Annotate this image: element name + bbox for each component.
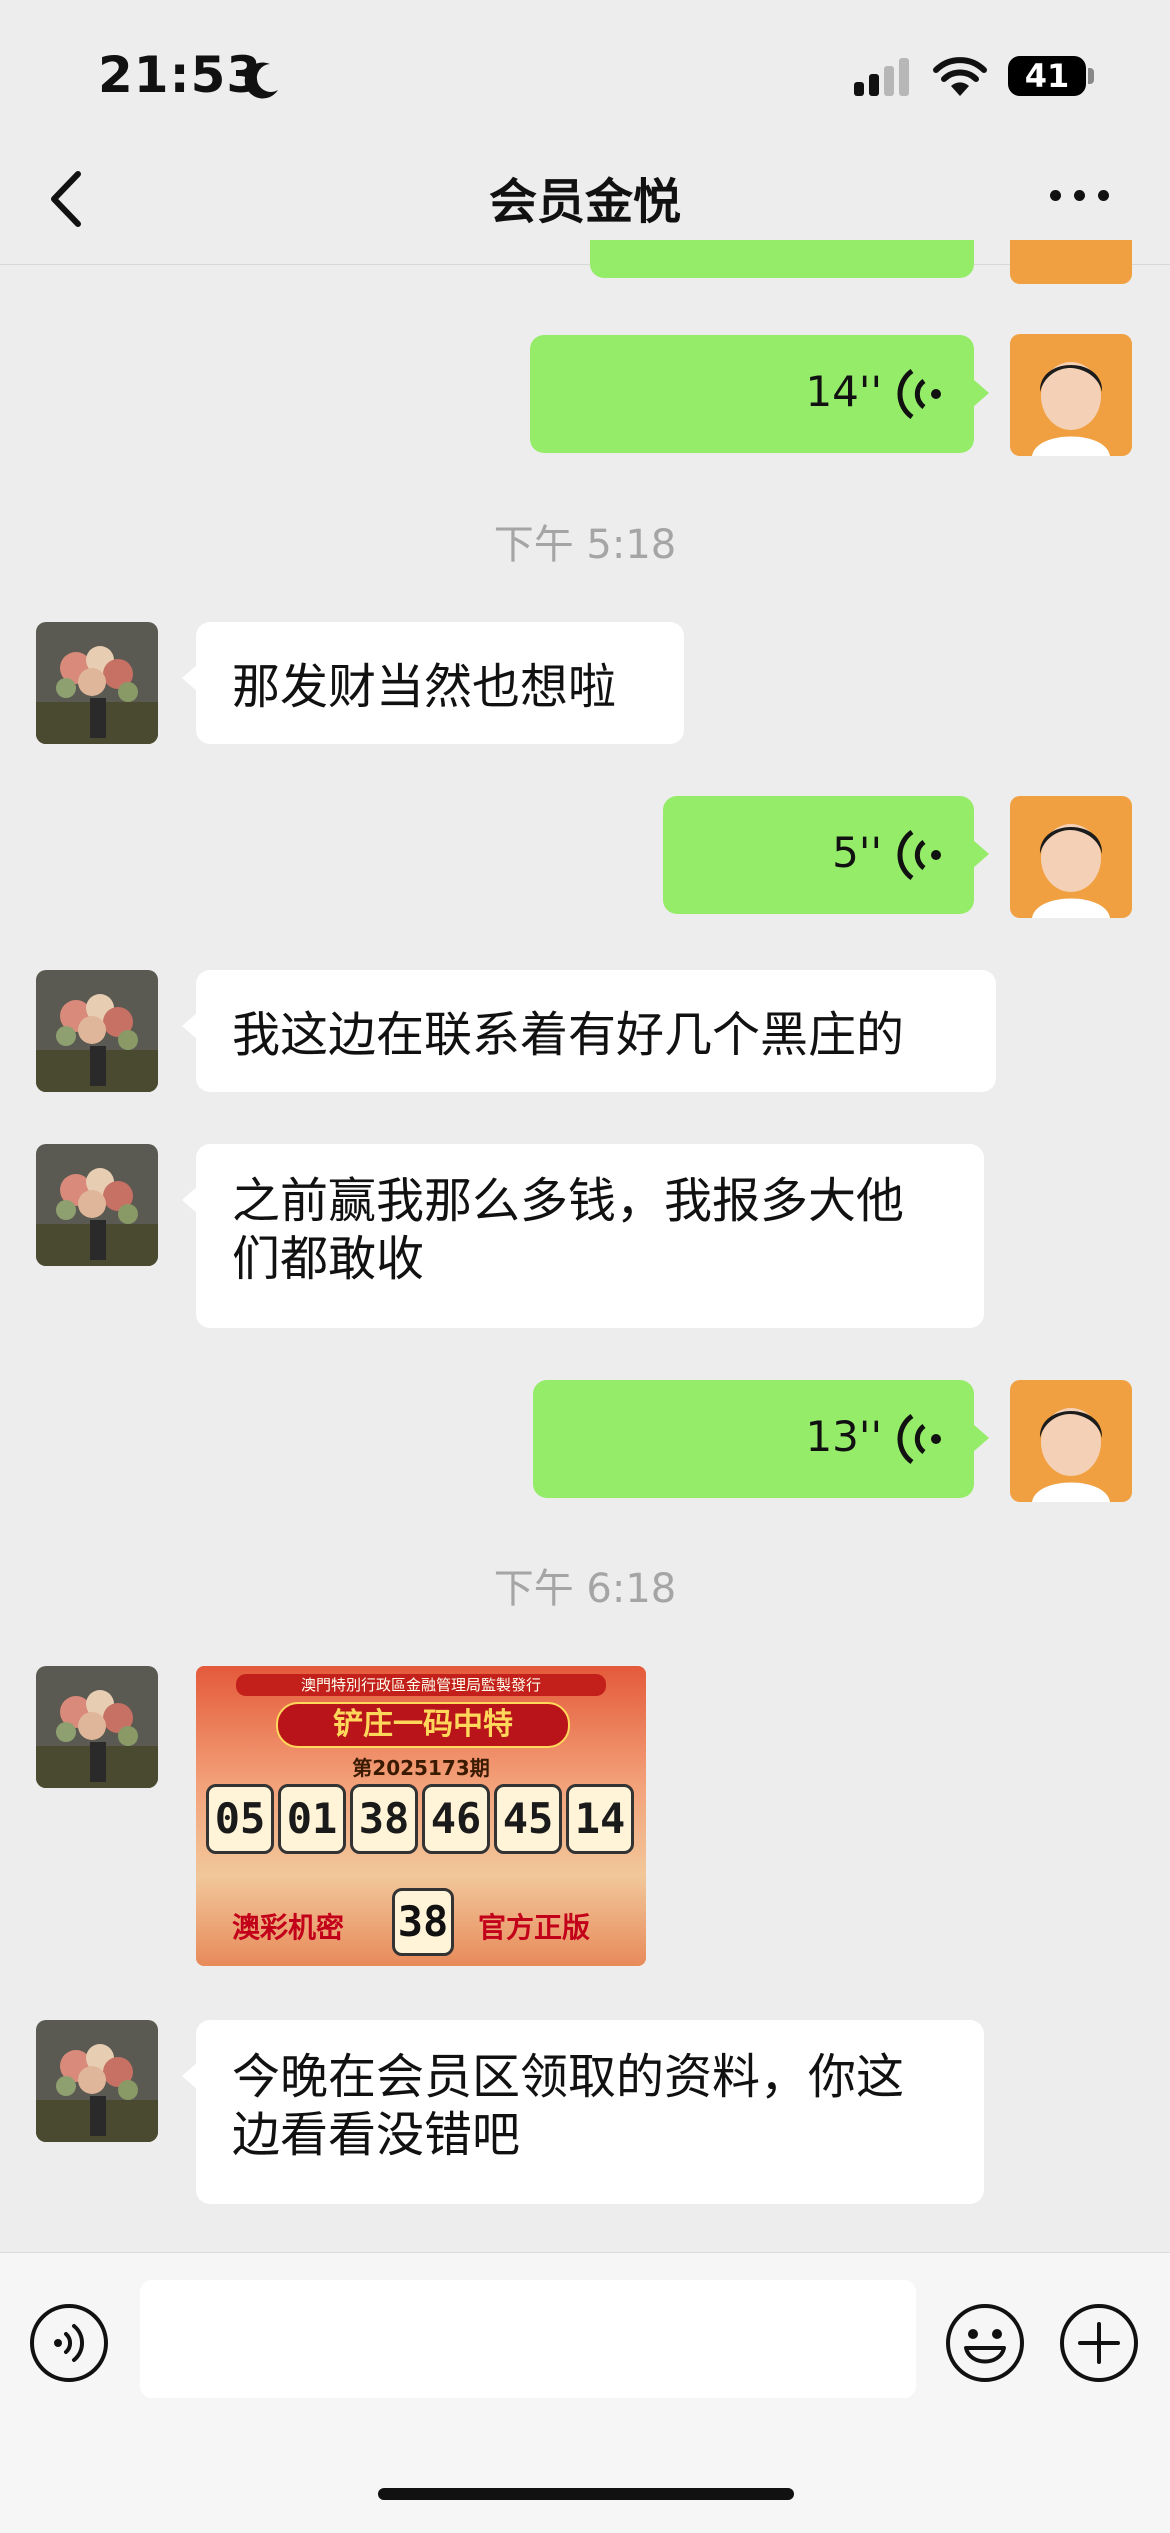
voice-duration: 5'' — [832, 828, 882, 877]
voice-message[interactable]: 5'' — [663, 796, 989, 914]
more-icon[interactable] — [1050, 190, 1110, 210]
lottery-number: 05 — [206, 1784, 274, 1854]
voice-message[interactable]: 14'' — [530, 335, 989, 453]
message-text: 我这边在联系着有好几个黑庄的 — [232, 1007, 905, 1063]
plus-icon[interactable] — [1058, 2302, 1140, 2384]
avatar[interactable] — [36, 622, 158, 744]
message-text: 今晚在会员区领取的资料，你这边看看没错吧 — [232, 2049, 905, 2163]
voice-wave-icon — [897, 1413, 941, 1465]
lottery-number: 46 — [422, 1784, 490, 1854]
lottery-right-label: 官方正版 — [478, 1911, 591, 1944]
signal-icon — [854, 58, 909, 96]
timestamp: 下午 6:18 — [493, 1566, 677, 1612]
lottery-number: 01 — [278, 1784, 346, 1854]
text-message[interactable]: 今晚在会员区领取的资料，你这边看看没错吧 — [182, 2020, 984, 2204]
timestamp: 下午 5:18 — [493, 522, 677, 568]
lottery-number: 45 — [494, 1784, 562, 1854]
avatar[interactable] — [1010, 796, 1132, 918]
lottery-number: 38 — [350, 1784, 418, 1854]
wifi-icon — [933, 57, 987, 96]
avatar[interactable] — [1010, 1380, 1132, 1502]
home-indicator — [378, 2488, 794, 2500]
lottery-issue: 第2025173期 — [352, 1756, 490, 1780]
message-input[interactable] — [140, 2280, 916, 2398]
voice-duration: 14'' — [805, 367, 882, 416]
moon-icon — [244, 62, 278, 99]
lottery-header: 澳門特別行政區金融管理局監製發行 — [236, 1674, 606, 1696]
voice-duration: 13'' — [805, 1412, 882, 1461]
text-message[interactable]: 之前赢我那么多钱，我报多大他们都敢收 — [182, 1144, 984, 1328]
message-text: 那发财当然也想啦 — [232, 659, 617, 715]
chat-title: 会员金悦 — [488, 174, 681, 230]
lottery-special-number: 38 — [392, 1888, 454, 1956]
voice-wave-icon — [897, 368, 941, 420]
voice-message[interactable]: 13'' — [533, 1380, 989, 1498]
text-message[interactable]: 那发财当然也想啦 — [182, 622, 684, 744]
text-message[interactable]: 我这边在联系着有好几个黑庄的 — [182, 970, 996, 1092]
lottery-number: 14 — [566, 1784, 634, 1854]
image-message[interactable]: 澳門特別行政區金融管理局監製發行 铲庄一码中特 第2025173期 05 01 … — [196, 1666, 646, 1966]
avatar[interactable] — [1010, 240, 1132, 284]
emoji-icon[interactable] — [944, 2302, 1026, 2384]
voice-wave-icon — [897, 829, 941, 881]
avatar[interactable] — [36, 1144, 158, 1266]
avatar[interactable] — [36, 970, 158, 1092]
message-text: 之前赢我那么多钱，我报多大他们都敢收 — [232, 1173, 905, 1287]
status-time: 21:53 — [98, 46, 263, 104]
lottery-left-label: 澳彩机密 — [232, 1911, 345, 1944]
battery-level: 41 — [1024, 57, 1070, 95]
lottery-title: 铲庄一码中特 — [276, 1702, 570, 1748]
avatar[interactable] — [36, 2020, 158, 2142]
avatar[interactable] — [1010, 334, 1132, 456]
voice-toggle-icon[interactable] — [28, 2302, 110, 2384]
avatar[interactable] — [36, 1666, 158, 1788]
battery-cap — [1088, 68, 1094, 84]
voice-bubble-partial[interactable] — [590, 240, 974, 278]
